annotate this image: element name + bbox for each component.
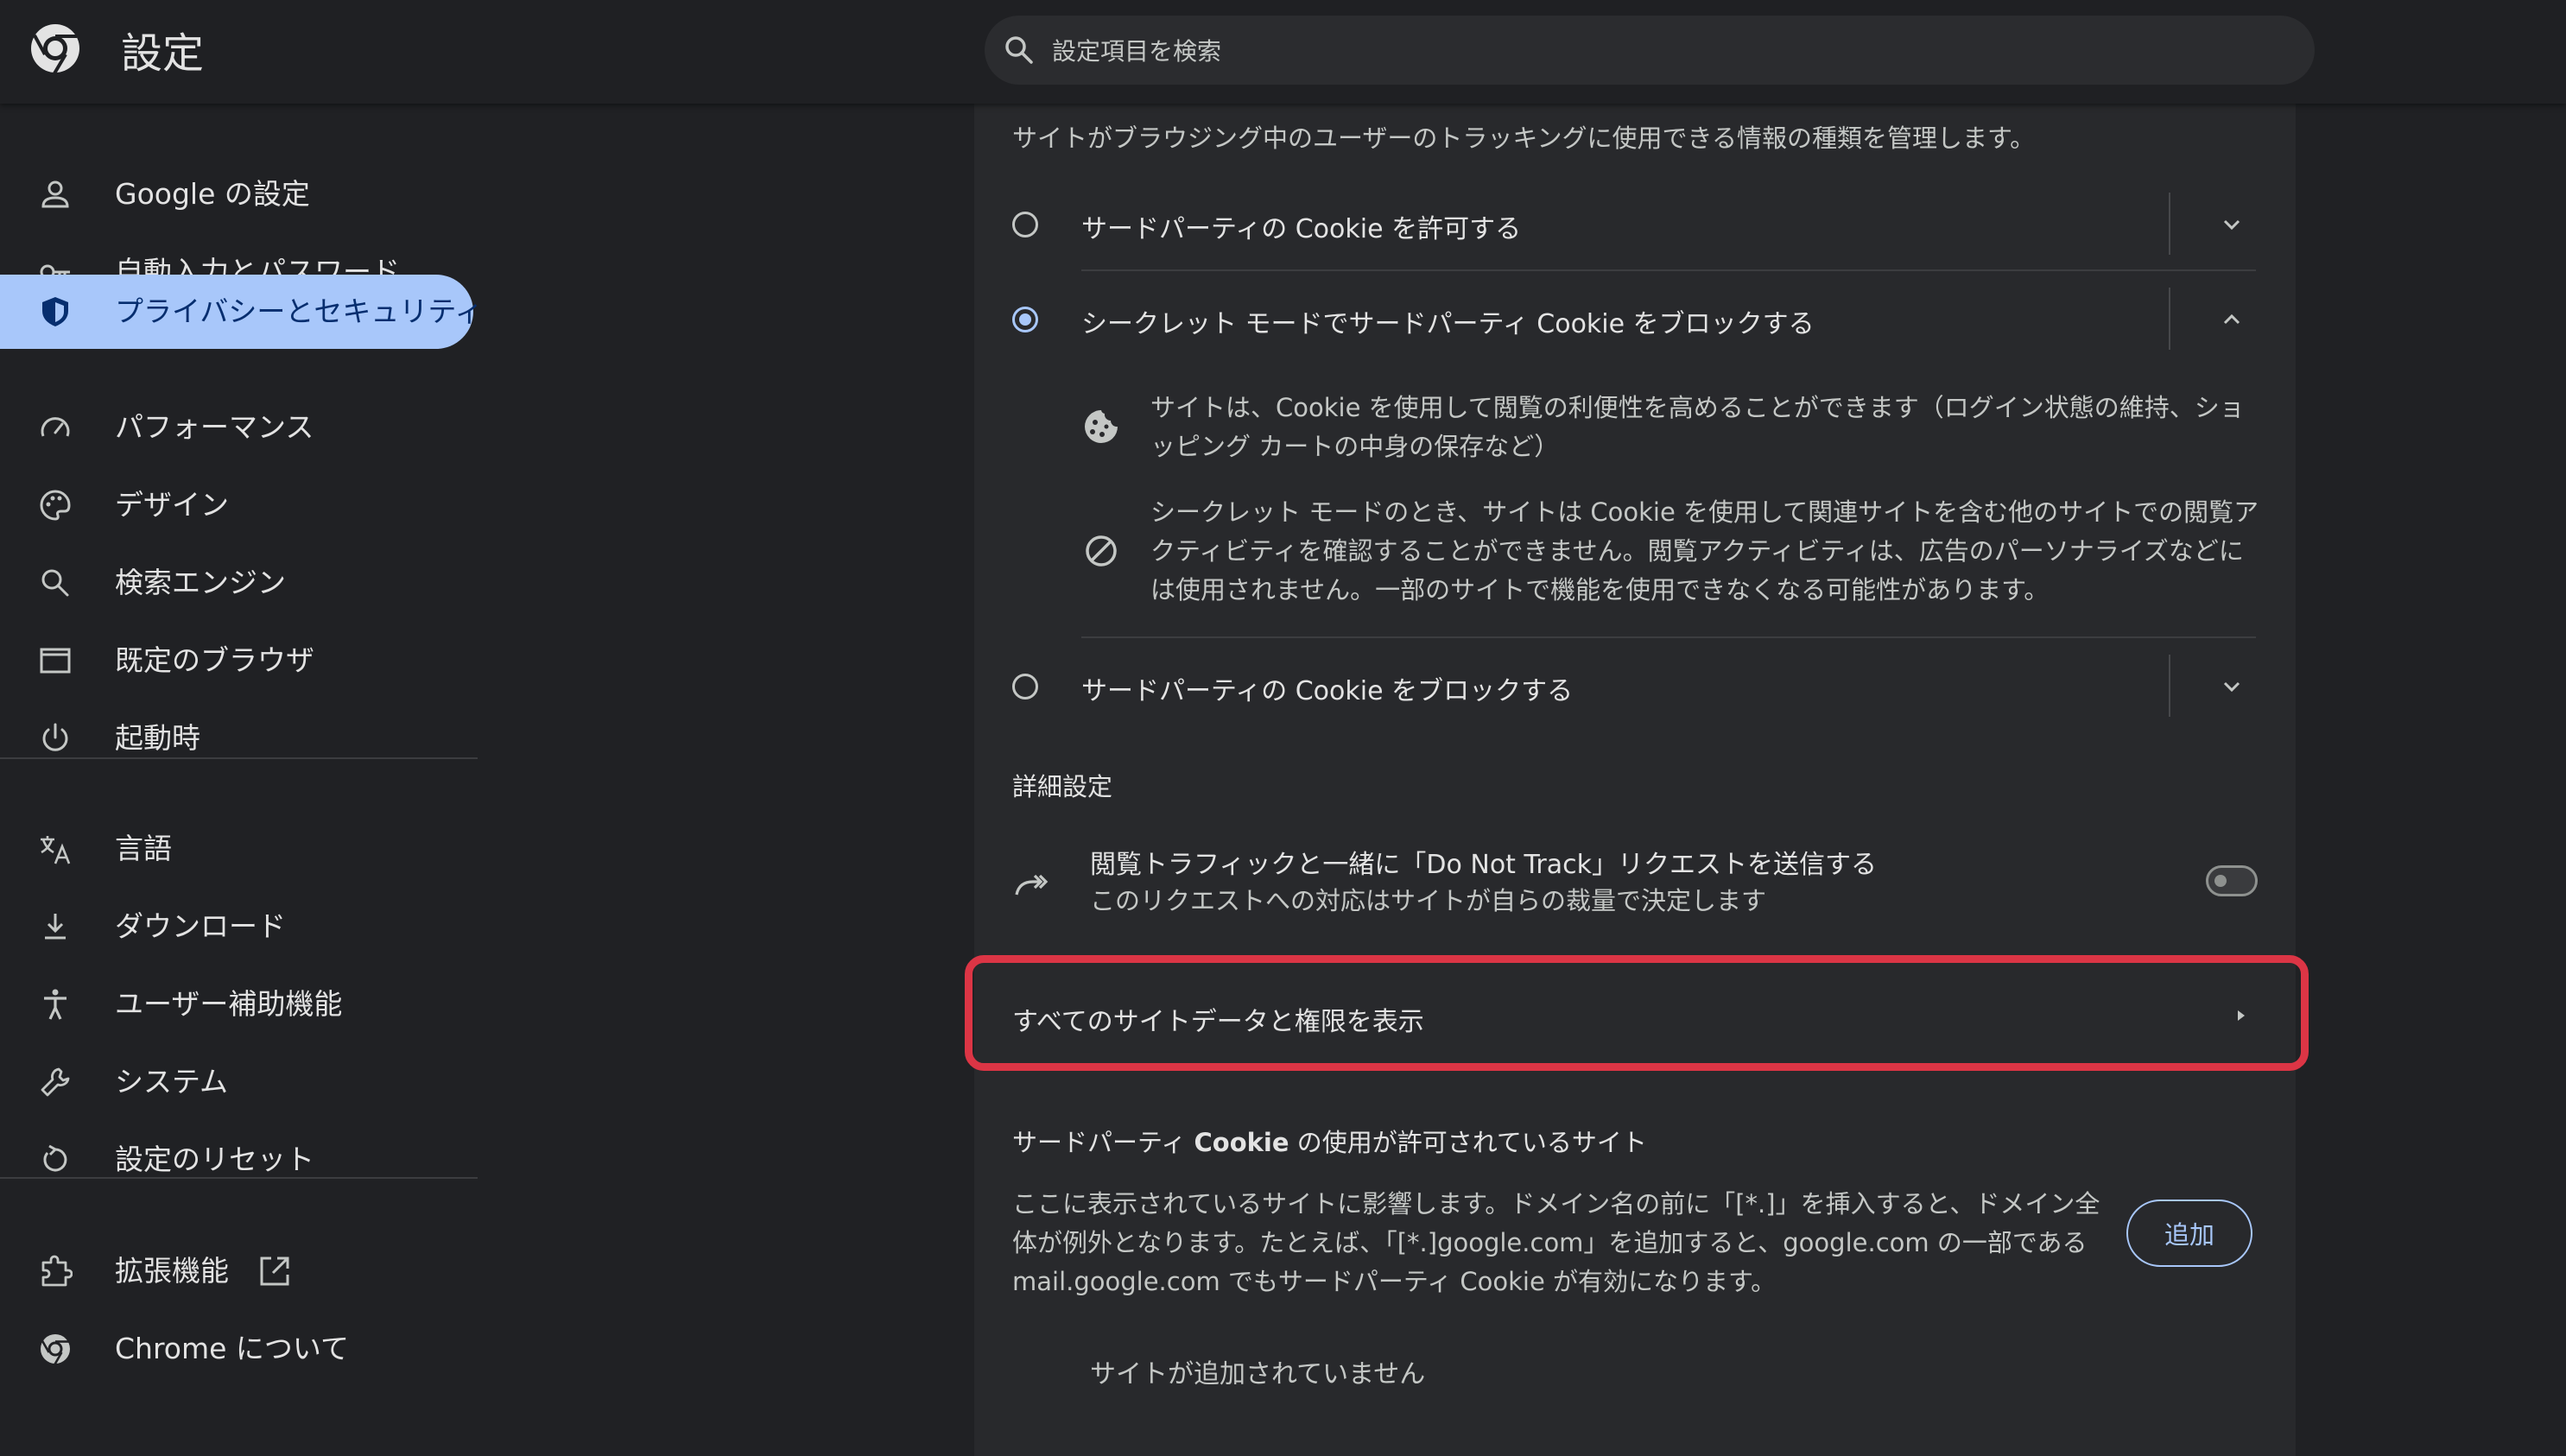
sidebar-item-languages[interactable]: 言語 (0, 812, 473, 886)
sidebar-item-label: Chrome について (115, 1332, 349, 1365)
advanced-section-title: 詳細設定 (1012, 772, 1113, 801)
person-icon (41, 180, 69, 208)
cookie-option-block-incognito[interactable]: シークレット モードでサードパーティ Cookie をブロックする (974, 271, 2256, 366)
app-title: 設定 (121, 29, 205, 78)
forward-arrows-icon (1015, 874, 1049, 896)
sidebar-item-label: パフォーマンス (115, 410, 314, 444)
sidebar-item-system[interactable]: システム (0, 1045, 473, 1119)
sidebar-item-label: 言語 (115, 832, 172, 865)
sidebar-item-extensions[interactable]: 拡張機能 (0, 1234, 473, 1308)
accessibility-icon (44, 989, 67, 1020)
allowed-sites-title: サードパーティ Cookie の使用が許可されているサイト (1012, 1128, 1647, 1157)
chevron-down-icon[interactable] (2218, 211, 2246, 238)
wrench-icon (41, 1067, 70, 1097)
search-icon (41, 569, 69, 597)
dnt-toggle[interactable] (2206, 865, 2258, 896)
do-not-track-row[interactable]: 閲覧トラフィックと一緒に「Do Not Track」リクエストを送信する このリ… (974, 833, 2296, 928)
sidebar-item-default-browser[interactable]: 既定のブラウザ (0, 624, 473, 698)
settings-panel: サイトがブラウジング中のユーザーのトラッキングに使用できる情報の種類を管理します… (974, 104, 2296, 1456)
search-box[interactable] (985, 16, 2315, 86)
puzzle-icon (41, 1255, 73, 1287)
add-site-button[interactable]: 追加 (2126, 1200, 2252, 1267)
sidebar-item-label: 拡張機能 (115, 1254, 229, 1288)
highlight-box (965, 955, 2309, 1071)
sidebar-item-label: システム (115, 1065, 229, 1098)
shield-icon (42, 297, 68, 326)
sidebar-item-label: 検索エンジン (115, 566, 286, 599)
block-icon (1086, 535, 1117, 567)
radio-button[interactable] (1012, 212, 1038, 237)
empty-state-text: サイトが追加されていません (1090, 1359, 1426, 1390)
cookies-description: サイトがブラウジング中のユーザーのトラッキングに使用できる情報の種類を管理します… (1012, 123, 2036, 153)
sidebar-item-design[interactable]: デザイン (0, 468, 473, 542)
sidebar-item-label: ユーザー補助機能 (115, 987, 343, 1021)
chrome-logo-icon (31, 24, 79, 75)
search-icon (1005, 36, 1033, 64)
browser-window-icon (40, 648, 71, 674)
sidebar-item-about-chrome[interactable]: Chrome について (0, 1312, 473, 1386)
translate-icon (41, 836, 71, 864)
sidebar-item-label: 既定のブラウザ (115, 643, 314, 677)
option-label: サードパーティの Cookie を許可する (1081, 214, 1522, 244)
separator (2169, 288, 2170, 350)
sidebar-item-label: 設定のリセット (115, 1143, 314, 1176)
download-icon (45, 914, 66, 940)
dnt-subtitle: このリクエストへの対応はサイトが自らの裁量で決定します (1090, 886, 1767, 915)
sidebar-item-privacy[interactable]: プライバシーとセキュリティ (0, 275, 483, 349)
sidebar-item-search-engine[interactable]: 検索エンジン (0, 546, 473, 620)
sidebar-item-downloads[interactable]: ダウンロード (0, 889, 473, 964)
option-label: サードパーティの Cookie をブロックする (1081, 676, 1574, 706)
sidebar-item-reset[interactable]: 設定のリセット (0, 1123, 473, 1197)
power-icon (42, 723, 68, 751)
separator (2169, 655, 2170, 717)
external-link-icon (260, 1257, 289, 1286)
palette-icon (40, 490, 71, 521)
cookie-option-allow[interactable]: サードパーティの Cookie を許可する (974, 176, 2256, 271)
reset-icon (43, 1144, 67, 1172)
sidebar-item-accessibility[interactable]: ユーザー補助機能 (0, 967, 473, 1041)
sidebar-item-label: ダウンロード (115, 909, 286, 943)
dnt-title: 閲覧トラフィックと一緒に「Do Not Track」リクエストを送信する (1090, 850, 1877, 880)
sidebar-divider (0, 757, 478, 759)
speedometer-icon (41, 417, 70, 437)
sidebar-item-performance[interactable]: パフォーマンス (0, 390, 473, 465)
detail-text: サイトは、Cookie を使用して閲覧の利便性を高めることができます（ログイン状… (1150, 393, 2245, 461)
radio-button-selected[interactable] (1012, 307, 1038, 332)
sidebar-item-startup[interactable]: 起動時 (0, 701, 473, 775)
cookie-option-block[interactable]: サードパーティの Cookie をブロックする (974, 638, 2256, 733)
top-bar: 設定 (0, 0, 2566, 104)
sidebar-item-label: Google の設定 (115, 177, 310, 211)
allowed-sites-description: ここに表示されているサイトに影響します。ドメイン名の前に「[*.]」を挿入すると… (1012, 1189, 2100, 1296)
radio-button[interactable] (1012, 674, 1038, 700)
sidebar-item-label: プライバシーとセキュリティ (115, 294, 484, 328)
chrome-icon (41, 1334, 70, 1365)
sidebar-item-google-settings[interactable]: Google の設定 (0, 157, 473, 231)
cookie-icon (1085, 410, 1118, 443)
option-label: シークレット モードでサードパーティ Cookie をブロックする (1081, 309, 1815, 339)
chevron-up-icon[interactable] (2218, 306, 2246, 333)
search-input[interactable] (1050, 16, 2280, 86)
toggle-knob (2214, 875, 2227, 887)
sidebar: Google の設定 自動入力とパスワード プライバシーとセキュリティ パフォー… (0, 104, 483, 1456)
sidebar-item-label: 起動時 (115, 721, 200, 755)
sidebar-item-label: デザイン (115, 488, 229, 522)
sidebar-divider (0, 1177, 478, 1179)
detail-text: シークレット モードのとき、サイトは Cookie を使用して関連サイトを含む他… (1150, 497, 2259, 605)
separator (2169, 193, 2170, 255)
chevron-down-icon[interactable] (2218, 673, 2246, 700)
